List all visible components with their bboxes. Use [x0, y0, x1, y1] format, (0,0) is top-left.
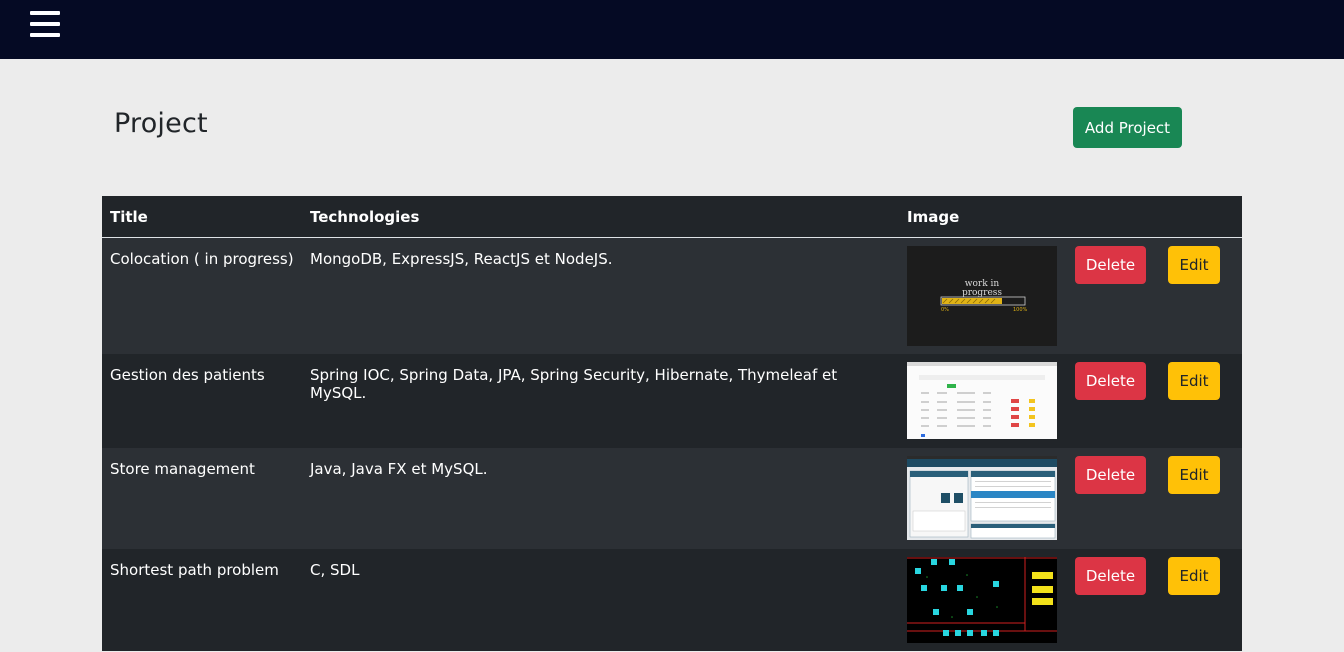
projects-table: Title Technologies Image Colocation ( in… — [102, 196, 1242, 651]
edit-button[interactable]: Edit — [1168, 362, 1220, 400]
edit-button[interactable]: Edit — [1168, 245, 1220, 284]
project-technologies: C, SDL — [310, 561, 360, 579]
table-row: Store management Java, Java FX et MySQL. — [102, 448, 1242, 549]
edit-button[interactable]: Edit — [1168, 456, 1220, 494]
project-image: work in progress 0% 100% — [907, 245, 1057, 346]
image-text: 0% — [941, 307, 949, 313]
delete-button[interactable]: Delete — [1075, 245, 1146, 284]
project-technologies: Spring IOC, Spring Data, JPA, Spring Sec… — [310, 366, 838, 402]
column-header-technologies: Technologies — [302, 196, 899, 238]
column-header-image: Image — [899, 196, 1066, 238]
top-navbar — [0, 0, 1344, 59]
hamburger-menu-icon[interactable] — [30, 11, 60, 37]
project-image — [907, 362, 1057, 439]
add-project-button[interactable]: Add Project — [1073, 107, 1182, 148]
delete-button[interactable]: Delete — [1075, 456, 1146, 494]
project-title: Colocation ( in progress) — [110, 249, 294, 268]
project-title: Gestion des patients — [110, 366, 265, 384]
delete-button[interactable]: Delete — [1075, 557, 1146, 595]
table-row: Shortest path problem C, SDL Delete Edit — [102, 549, 1242, 651]
image-text: 100% — [1013, 307, 1028, 313]
project-image — [907, 557, 1057, 643]
column-header-title: Title — [102, 196, 302, 238]
page-title: Project — [114, 108, 208, 139]
project-title: Shortest path problem — [110, 561, 279, 579]
table-header-row: Title Technologies Image — [102, 196, 1242, 238]
project-technologies: MongoDB, ExpressJS, ReactJS et NodeJS. — [310, 249, 613, 268]
column-header-actions — [1066, 196, 1242, 238]
table-row: Colocation ( in progress) MongoDB, Expre… — [102, 237, 1242, 354]
delete-button[interactable]: Delete — [1075, 362, 1146, 400]
project-image — [907, 456, 1057, 540]
edit-button[interactable]: Edit — [1168, 557, 1220, 595]
project-technologies: Java, Java FX et MySQL. — [310, 460, 488, 478]
image-text: progress — [962, 288, 1002, 298]
table-row: Gestion des patients Spring IOC, Spring … — [102, 354, 1242, 448]
project-title: Store management — [110, 460, 255, 478]
